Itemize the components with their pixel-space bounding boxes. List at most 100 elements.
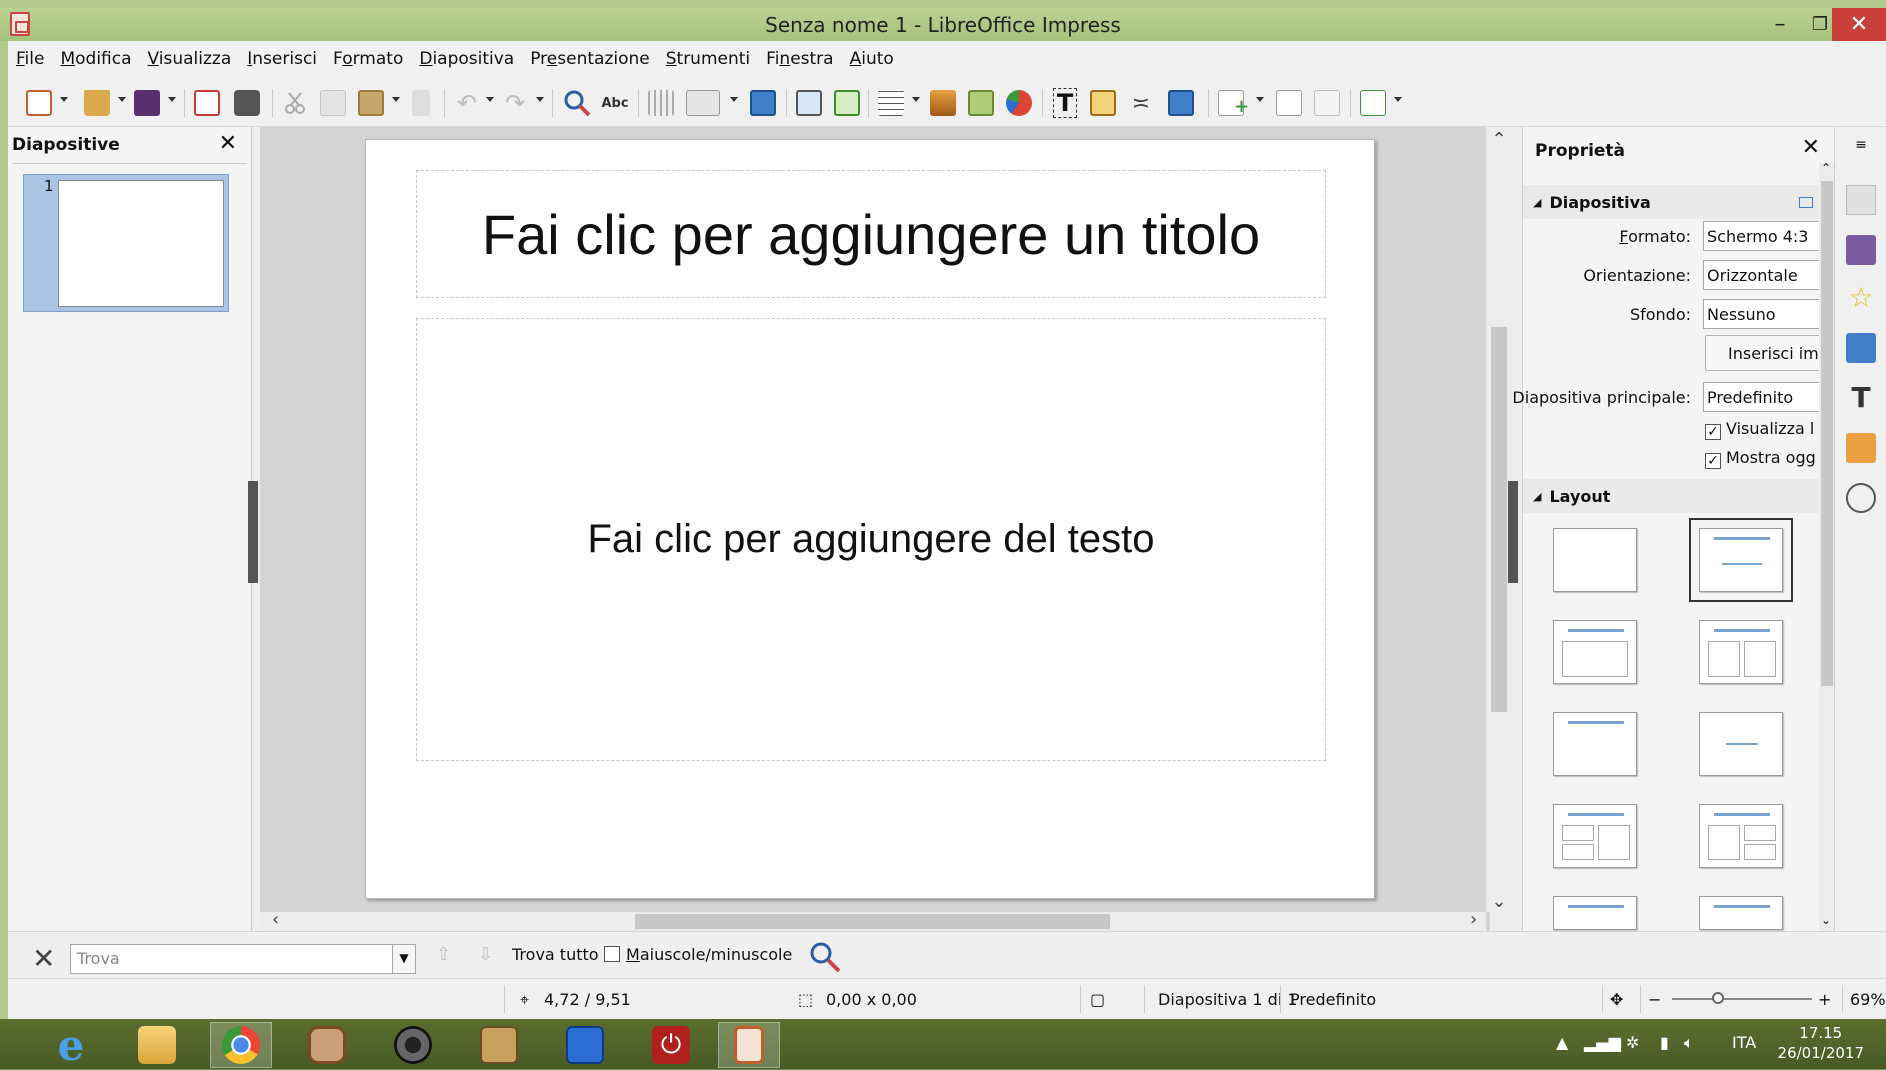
undo-dropdown-icon[interactable] [486, 97, 494, 102]
find-input[interactable]: Trova [70, 944, 394, 974]
file-explorer-icon[interactable] [126, 1022, 188, 1068]
start-presentation-icon[interactable] [792, 86, 826, 120]
undo-icon[interactable]: ↶ [450, 86, 484, 120]
layout-title-content-over-content[interactable] [1699, 896, 1783, 930]
show-hidden-icons-icon[interactable]: ▲ [1556, 1033, 1568, 1052]
find-replace-icon[interactable] [560, 86, 594, 120]
document-modified-icon[interactable]: ▢ [1090, 990, 1105, 1009]
menu-strumenti[interactable]: Strumenti [658, 49, 758, 69]
horizontal-scrollbar[interactable]: ‹ › [260, 909, 1486, 931]
menu-formato[interactable]: Formato [325, 49, 411, 69]
new-dropdown-icon[interactable] [60, 97, 68, 102]
input-language[interactable]: ITA [1732, 1033, 1756, 1052]
zoom-slider-thumb[interactable] [1712, 992, 1724, 1004]
animation-deck-icon[interactable]: ☆ [1846, 283, 1876, 313]
new-slide-dropdown-icon[interactable] [1256, 97, 1264, 102]
new-document-icon[interactable] [22, 86, 56, 120]
network-signal-icon[interactable]: ▂▄▆ [1584, 1033, 1621, 1052]
duplicate-slide-icon[interactable] [1272, 86, 1306, 120]
document-viewer-icon[interactable] [468, 1022, 530, 1068]
slide-thumbnail[interactable]: 1 [23, 174, 229, 312]
menu-aiuto[interactable]: Aiuto [842, 49, 902, 69]
sidebar-menu-icon[interactable]: ≡ [1846, 137, 1876, 167]
special-character-icon[interactable]: ≍ [1124, 86, 1158, 120]
background-select[interactable]: Nessuno [1703, 299, 1821, 329]
start-from-current-icon[interactable] [830, 86, 864, 120]
master-slide-select[interactable]: Predefinito [1703, 382, 1821, 412]
layout-title-content-box[interactable] [1553, 620, 1637, 684]
find-next-icon[interactable]: ⇩ [478, 944, 493, 965]
close-find-bar-icon[interactable]: ✕ [32, 942, 55, 975]
print-icon[interactable] [230, 86, 264, 120]
settings-app-icon[interactable] [554, 1022, 616, 1068]
master-slides-deck-icon[interactable] [1846, 235, 1876, 265]
slides-pane-collapse-handle[interactable] [248, 481, 258, 583]
display-views-dropdown-icon[interactable] [730, 97, 738, 102]
menu-visualizza[interactable]: Visualizza [140, 49, 240, 69]
menu-finestra[interactable]: Finestra [758, 49, 841, 69]
close-window-button[interactable]: ✕ [1832, 8, 1886, 41]
gallery-deck-icon[interactable] [1846, 433, 1876, 463]
title-placeholder[interactable]: Fai clic per aggiungere un titolo [416, 170, 1326, 298]
scroll-left-icon[interactable]: ‹ [272, 909, 279, 930]
layout-title-content-2content[interactable] [1699, 804, 1783, 868]
save-icon[interactable] [130, 86, 164, 120]
find-replace-dialog-icon[interactable] [808, 940, 842, 974]
redo-icon[interactable]: ↷ [498, 86, 532, 120]
spellcheck-icon[interactable]: Abc [598, 86, 632, 120]
copy-icon[interactable] [316, 86, 350, 120]
clock[interactable]: 17.15 26/01/2017 [1778, 1023, 1864, 1063]
show-master-objects-checkbox[interactable]: ✓ Mostra ogg [1705, 448, 1821, 469]
volume-icon[interactable]: 🔈︎ [1684, 1033, 1694, 1053]
paste-icon[interactable] [354, 86, 388, 120]
camera-app-icon[interactable] [296, 1022, 358, 1068]
layout-title-2content-content[interactable] [1553, 804, 1637, 868]
new-slide-icon[interactable]: + [1214, 86, 1249, 120]
more-options-icon[interactable] [1799, 196, 1813, 208]
menu-file[interactable]: File [8, 49, 52, 69]
insert-image-icon[interactable] [926, 86, 960, 120]
media-player-icon[interactable] [382, 1022, 444, 1068]
section-layout-header[interactable]: ◢ Layout [1523, 479, 1821, 513]
horizontal-scroll-thumb[interactable] [635, 914, 1110, 929]
title-bar[interactable]: Senza nome 1 - LibreOffice Impress – ❐ ✕ [0, 8, 1886, 41]
layout-title-content[interactable] [1689, 518, 1793, 602]
scroll-up-icon[interactable]: ⌃ [1486, 129, 1512, 150]
layout-blank[interactable] [1553, 528, 1637, 592]
slide-layout-icon[interactable] [1356, 86, 1390, 120]
shutdown-app-icon[interactable]: ⏻ [640, 1022, 702, 1068]
find-all-button[interactable]: Trova tutto [512, 945, 599, 964]
slide-canvas[interactable]: Fai clic per aggiungere un titolo Fai cl… [365, 139, 1375, 899]
fit-slide-icon[interactable]: ✥ [1610, 990, 1623, 1009]
find-previous-icon[interactable]: ⇧ [436, 944, 451, 965]
navigator-deck-icon[interactable] [1846, 483, 1876, 513]
table-icon[interactable] [874, 86, 908, 120]
layout-title-only[interactable] [1553, 712, 1637, 776]
display-views-icon[interactable] [686, 86, 720, 120]
dropbox-icon[interactable]: ✲ [1626, 1033, 1639, 1052]
zoom-in-button[interactable]: + [1818, 990, 1831, 1009]
properties-scroll-thumb[interactable] [1821, 181, 1833, 686]
text-box-icon[interactable]: T [1048, 86, 1082, 120]
find-history-dropdown[interactable]: ▼ [392, 944, 416, 974]
redo-dropdown-icon[interactable] [536, 97, 544, 102]
show-master-background-checkbox[interactable]: ✓ Visualizza l [1705, 419, 1821, 440]
clone-formatting-icon[interactable] [404, 86, 438, 120]
vertical-scroll-thumb[interactable] [1491, 327, 1507, 712]
table-dropdown-icon[interactable] [912, 97, 920, 102]
layout-title-2content-over-content[interactable] [1553, 896, 1637, 930]
zoom-level[interactable]: 69% [1850, 990, 1886, 1009]
grid-icon[interactable] [644, 86, 678, 120]
orientation-select[interactable]: Orizzontale [1703, 260, 1821, 290]
sidebar-collapse-handle[interactable] [1508, 481, 1518, 583]
paste-dropdown-icon[interactable] [392, 97, 400, 102]
properties-close-icon[interactable]: ✕ [1802, 135, 1820, 160]
open-dropdown-icon[interactable] [118, 97, 126, 102]
master-slide-icon[interactable] [746, 86, 780, 120]
properties-deck-icon[interactable] [1846, 185, 1876, 215]
chrome-icon[interactable] [210, 1022, 272, 1068]
layout-centered-text[interactable] [1699, 712, 1783, 776]
properties-scrollbar[interactable]: ⌃ ⌄ [1819, 161, 1835, 931]
save-dropdown-icon[interactable] [168, 97, 176, 102]
insert-media-icon[interactable] [964, 86, 998, 120]
